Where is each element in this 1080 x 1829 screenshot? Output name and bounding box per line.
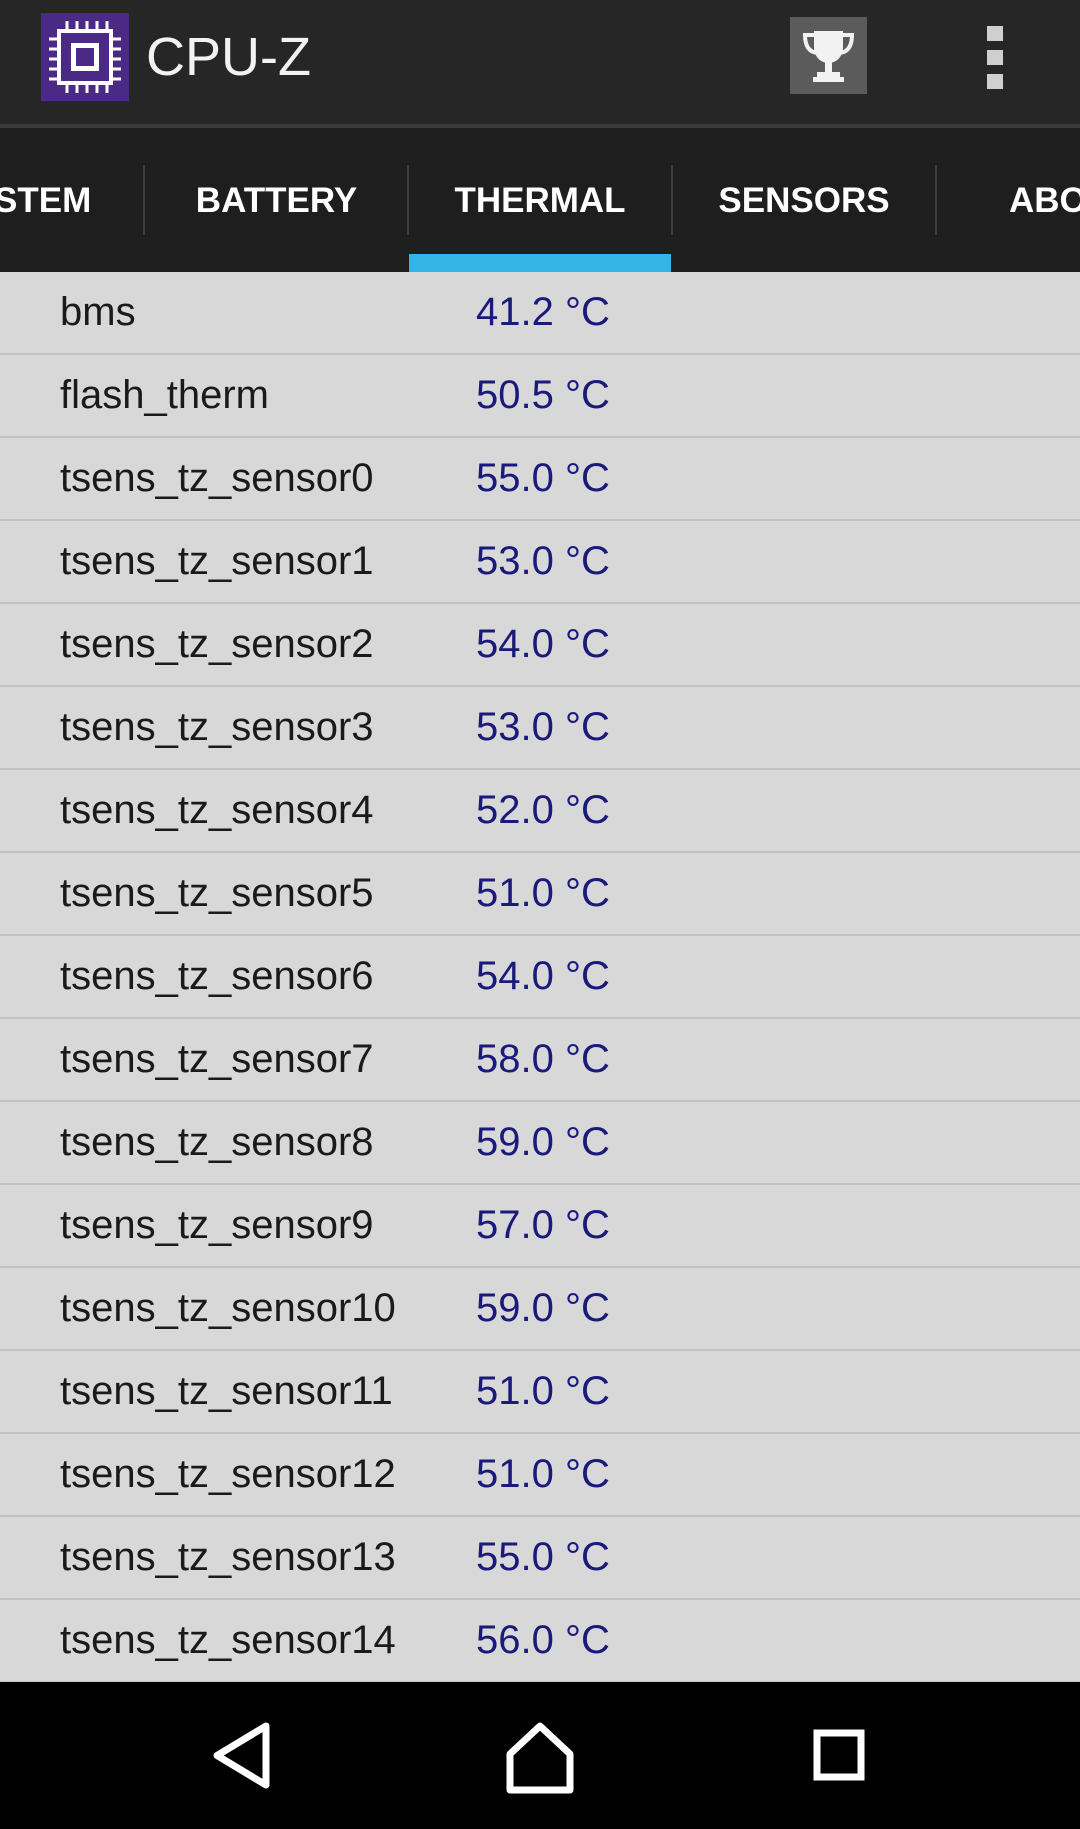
list-item[interactable]: tsens_tz_sensor4 52.0 °C: [0, 770, 1080, 853]
sensor-value: 59.0 °C: [476, 1286, 610, 1330]
back-icon[interactable]: [181, 1682, 301, 1829]
list-item[interactable]: tsens_tz_sensor12 51.0 °C: [0, 1434, 1080, 1517]
list-item[interactable]: flash_therm 50.5 °C: [0, 355, 1080, 438]
tab-battery[interactable]: BATTERY: [145, 128, 408, 272]
overflow-dot: [987, 74, 1003, 89]
list-item[interactable]: bms 41.2 °C: [0, 272, 1080, 355]
action-bar: CPU-Z: [0, 0, 1080, 128]
tab-label: BATTERY: [195, 181, 358, 220]
sensor-value: 54.0 °C: [476, 954, 610, 998]
sensor-name: tsens_tz_sensor2: [60, 622, 374, 666]
sensor-name: tsens_tz_sensor10: [60, 1286, 396, 1330]
sensor-value: 53.0 °C: [476, 539, 610, 583]
list-item[interactable]: tsens_tz_sensor11 51.0 °C: [0, 1351, 1080, 1434]
tab-about[interactable]: ABO: [937, 128, 1080, 272]
sensor-name: bms: [60, 290, 136, 334]
sensor-value: 53.0 °C: [476, 705, 610, 749]
sensor-value: 58.0 °C: [476, 1037, 610, 1081]
sensor-value: 54.0 °C: [476, 622, 610, 666]
list-item[interactable]: tsens_tz_sensor3 53.0 °C: [0, 687, 1080, 770]
sensor-value: 51.0 °C: [476, 871, 610, 915]
recents-icon[interactable]: [779, 1682, 899, 1829]
list-item[interactable]: tsens_tz_sensor2 54.0 °C: [0, 604, 1080, 687]
sensor-value: 52.0 °C: [476, 788, 610, 832]
sensor-value: 57.0 °C: [476, 1203, 610, 1247]
overflow-dot: [987, 50, 1003, 65]
sensor-name: tsens_tz_sensor13: [60, 1535, 396, 1579]
thermal-list[interactable]: bms 41.2 °C flash_therm 50.5 °C tsens_tz_sen…: [0, 272, 1080, 1683]
sensor-name: tsens_tz_sensor3: [60, 705, 374, 749]
list-item[interactable]: tsens_tz_sensor1 53.0 °C: [0, 521, 1080, 604]
tab-sensors[interactable]: SENSORS: [673, 128, 935, 272]
sensor-value: 41.2 °C: [476, 290, 610, 334]
sensor-name: tsens_tz_sensor8: [60, 1120, 374, 1164]
tab-label: SENSORS: [718, 181, 890, 220]
list-item[interactable]: tsens_tz_sensor8 59.0 °C: [0, 1102, 1080, 1185]
list-item[interactable]: tsens_tz_sensor7 58.0 °C: [0, 1019, 1080, 1102]
tab-label: ABO: [1009, 181, 1080, 220]
sensor-value: 55.0 °C: [476, 456, 610, 500]
trophy-icon[interactable]: [790, 17, 867, 94]
sensor-name: tsens_tz_sensor5: [60, 871, 374, 915]
sensor-name: tsens_tz_sensor14: [60, 1618, 396, 1662]
list-item[interactable]: tsens_tz_sensor14 56.0 °C: [0, 1600, 1080, 1683]
list-item[interactable]: tsens_tz_sensor0 55.0 °C: [0, 438, 1080, 521]
list-item[interactable]: tsens_tz_sensor13 55.0 °C: [0, 1517, 1080, 1600]
sensor-value: 59.0 °C: [476, 1120, 610, 1164]
tab-system[interactable]: STEM: [0, 128, 143, 272]
navigation-bar: [0, 1682, 1080, 1829]
tab-label: STEM: [0, 181, 92, 220]
app-title: CPU-Z: [146, 27, 311, 87]
active-tab-indicator: [409, 254, 671, 272]
sensor-name: tsens_tz_sensor9: [60, 1203, 374, 1247]
overflow-menu-icon[interactable]: [970, 20, 1020, 96]
sensor-value: 55.0 °C: [476, 1535, 610, 1579]
sensor-name: tsens_tz_sensor0: [60, 456, 374, 500]
sensor-name: tsens_tz_sensor6: [60, 954, 374, 998]
sensor-name: tsens_tz_sensor11: [60, 1369, 393, 1413]
overflow-dot: [987, 26, 1003, 41]
cpu-z-app: CPU-Z STEM BATTERY THERMAL SENSORS ABO b…: [0, 0, 1080, 1829]
list-item[interactable]: tsens_tz_sensor6 54.0 °C: [0, 936, 1080, 1019]
tab-thermal[interactable]: THERMAL: [409, 128, 671, 272]
sensor-name: tsens_tz_sensor4: [60, 788, 374, 832]
tab-label: THERMAL: [454, 181, 626, 220]
sensor-name: tsens_tz_sensor1: [60, 539, 374, 583]
sensor-value: 51.0 °C: [476, 1452, 610, 1496]
cpu-chip-icon[interactable]: [41, 13, 129, 101]
sensor-value: 56.0 °C: [476, 1618, 610, 1662]
sensor-name: flash_therm: [60, 373, 269, 417]
list-item[interactable]: tsens_tz_sensor10 59.0 °C: [0, 1268, 1080, 1351]
list-item[interactable]: tsens_tz_sensor9 57.0 °C: [0, 1185, 1080, 1268]
tab-bar: STEM BATTERY THERMAL SENSORS ABO: [0, 128, 1080, 272]
sensor-value: 51.0 °C: [476, 1369, 610, 1413]
sensor-name: tsens_tz_sensor7: [60, 1037, 374, 1081]
home-icon[interactable]: [480, 1682, 600, 1829]
list-item[interactable]: tsens_tz_sensor5 51.0 °C: [0, 853, 1080, 936]
sensor-value: 50.5 °C: [476, 373, 610, 417]
sensor-name: tsens_tz_sensor12: [60, 1452, 396, 1496]
